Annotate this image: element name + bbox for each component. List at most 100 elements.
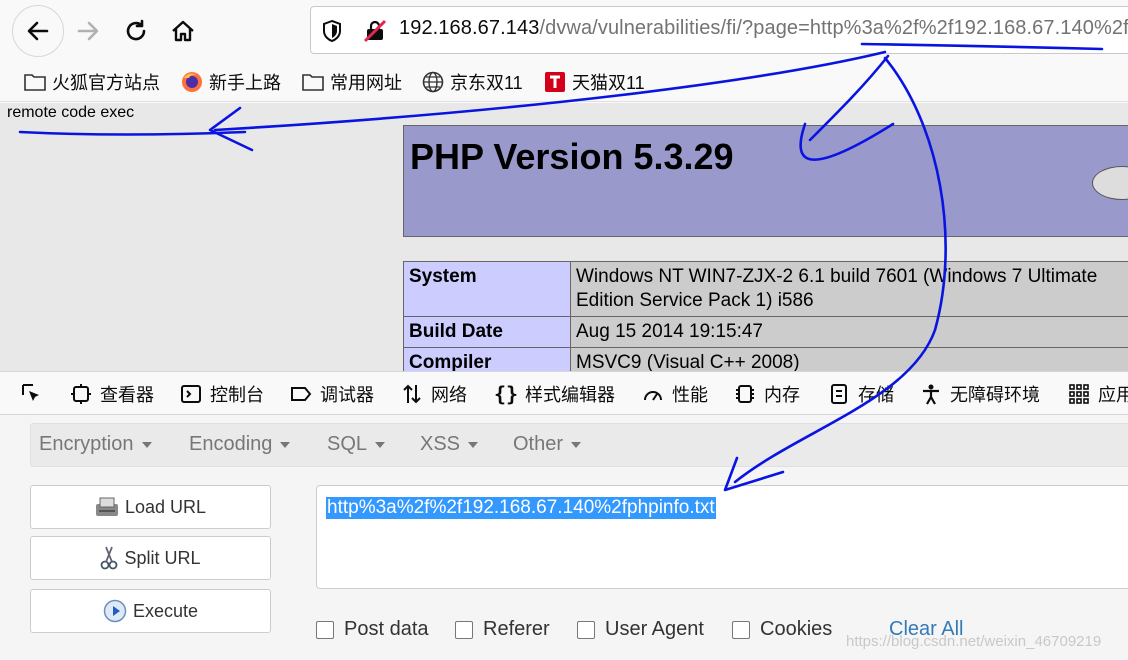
shield-icon[interactable]	[321, 19, 343, 43]
bookmark-item[interactable]: 火狐官方站点	[24, 69, 160, 95]
php-version-header: PHP Version 5.3.29	[403, 125, 1128, 237]
post-data-checkbox[interactable]: Post data	[316, 618, 429, 641]
reload-icon	[126, 19, 146, 41]
url-bar[interactable]: 192.168.67.143/dvwa/vulnerabilities/fi/?…	[310, 6, 1128, 54]
tab-memory[interactable]: 内存	[734, 381, 800, 407]
menu-other[interactable]: Other	[513, 433, 582, 456]
accessibility-icon	[920, 383, 942, 405]
tab-label: 样式编辑器	[525, 385, 615, 405]
tab-storage[interactable]: 存储	[828, 381, 894, 407]
bookmark-label: 京东双11	[450, 73, 523, 93]
button-label: Load URL	[124, 496, 207, 517]
tab-label: 网络	[431, 385, 467, 405]
button-label: Split URL	[124, 547, 201, 568]
menu-label: Other	[513, 433, 564, 455]
home-button[interactable]	[157, 5, 209, 57]
insecure-lock-icon[interactable]	[363, 19, 387, 43]
cookies-checkbox[interactable]: Cookies	[732, 618, 832, 641]
split-url-button[interactable]: Split URL	[30, 536, 271, 580]
url-text[interactable]: 192.168.67.143/dvwa/vulnerabilities/fi/?…	[399, 17, 1128, 40]
phpinfo-table: System Windows NT WIN7-ZJX-2 6.1 build 7…	[403, 261, 1128, 371]
scissors-icon	[101, 546, 118, 570]
bookmark-item[interactable]: 常用网址	[302, 69, 402, 95]
load-url-icon	[95, 497, 118, 516]
bookmarks-toolbar: 火狐官方站点 新手上路 常用网址 京东双11 天猫双11	[0, 62, 1128, 102]
bookmark-label: 常用网址	[330, 73, 402, 93]
back-button[interactable]	[12, 5, 64, 57]
row-value: Aug 15 2014 19:15:47	[570, 316, 1128, 348]
checkbox-label: Referer	[483, 618, 550, 640]
tab-label: 调试器	[320, 385, 374, 405]
tab-label: 存储	[858, 385, 894, 405]
menu-sql[interactable]: SQL	[327, 433, 386, 456]
row-key: Build Date	[403, 316, 571, 348]
menu-xss[interactable]: XSS	[420, 433, 479, 456]
checkbox-box[interactable]	[316, 620, 334, 639]
tab-debugger[interactable]: 调试器	[290, 381, 374, 407]
tab-inspector[interactable]: 查看器	[70, 381, 154, 407]
bookmark-label: 天猫双11	[572, 73, 645, 93]
bookmark-label: 新手上路	[209, 73, 281, 93]
row-value: Windows NT WIN7-ZJX-2 6.1 build 7601 (Wi…	[570, 261, 1128, 317]
bookmark-item[interactable]: 天猫双11	[544, 69, 645, 95]
tab-label: 控制台	[210, 385, 264, 405]
menu-label: XSS	[420, 433, 461, 455]
debugger-icon	[290, 383, 312, 405]
caret-down-icon	[571, 441, 582, 448]
load-url-button[interactable]: Load URL	[30, 485, 271, 529]
row-key: System	[403, 261, 571, 317]
inspector-icon	[70, 383, 92, 405]
memory-icon	[734, 383, 756, 405]
menu-label: Encryption	[39, 433, 134, 455]
php-logo	[1092, 166, 1128, 200]
menu-encryption[interactable]: Encryption	[39, 433, 152, 456]
folder-icon	[302, 71, 324, 93]
checkbox-box[interactable]	[455, 620, 473, 639]
forward-arrow-icon	[77, 21, 99, 41]
bookmark-item[interactable]: 新手上路	[181, 69, 281, 95]
folder-icon	[24, 71, 46, 93]
bookmark-item[interactable]: 京东双11	[422, 69, 523, 95]
caret-down-icon	[141, 441, 152, 448]
checkbox-box[interactable]	[577, 620, 595, 639]
tab-network[interactable]: 网络	[401, 381, 467, 407]
caret-down-icon	[280, 441, 291, 448]
devtools-toolbar: 查看器 控制台 调试器 网络 {} 样式编辑器 性能 内存 存储 无障碍环境 应…	[0, 371, 1128, 415]
hackbar-menu: Encryption Encoding SQL XSS Other	[30, 423, 1128, 467]
bookmark-label: 火狐官方站点	[52, 73, 160, 93]
table-row: Build Date Aug 15 2014 19:15:47	[403, 316, 1128, 348]
forward-button[interactable]	[62, 5, 114, 57]
tab-label: 应用	[1098, 385, 1128, 405]
user-agent-checkbox[interactable]: User Agent	[577, 618, 704, 641]
menu-encoding[interactable]: Encoding	[189, 433, 291, 456]
caret-down-icon	[375, 441, 386, 448]
tmall-icon	[544, 71, 566, 93]
tab-style-editor[interactable]: {} 样式编辑器	[493, 381, 615, 407]
globe-icon	[422, 71, 444, 93]
referer-checkbox[interactable]: Referer	[455, 618, 550, 641]
network-icon	[401, 383, 423, 405]
checkbox-box[interactable]	[732, 620, 750, 639]
firefox-icon	[181, 71, 203, 93]
checkbox-label: User Agent	[605, 618, 704, 640]
reload-button[interactable]	[110, 5, 162, 57]
tab-label: 无障碍环境	[950, 385, 1040, 405]
hackbar-url-textarea[interactable]: http%3a%2f%2f192.168.67.140%2fphpinfo.tx…	[316, 485, 1128, 589]
hackbar-panel: Encryption Encoding SQL XSS Other Load U…	[0, 415, 1128, 660]
tab-label: 内存	[764, 385, 800, 405]
performance-icon	[642, 383, 664, 405]
checkbox-label: Post data	[344, 618, 429, 640]
screenshot: 192.168.67.143/dvwa/vulnerabilities/fi/?…	[0, 0, 1128, 660]
play-icon	[103, 599, 127, 623]
menu-label: SQL	[327, 433, 368, 455]
style-editor-icon: {}	[493, 382, 519, 406]
tab-accessibility[interactable]: 无障碍环境	[920, 381, 1040, 407]
execute-button[interactable]: Execute	[30, 589, 271, 633]
row-value: MSVC9 (Visual C++ 2008)	[570, 347, 1128, 371]
tab-application[interactable]: 应用	[1068, 381, 1128, 407]
tab-console[interactable]: 控制台	[180, 381, 264, 407]
tab-performance[interactable]: 性能	[642, 381, 708, 407]
element-picker-icon[interactable]	[20, 382, 42, 404]
url-path: /dvwa/vulnerabilities/fi/?page=http%3a%2…	[539, 17, 1128, 39]
tab-label: 查看器	[100, 385, 154, 405]
